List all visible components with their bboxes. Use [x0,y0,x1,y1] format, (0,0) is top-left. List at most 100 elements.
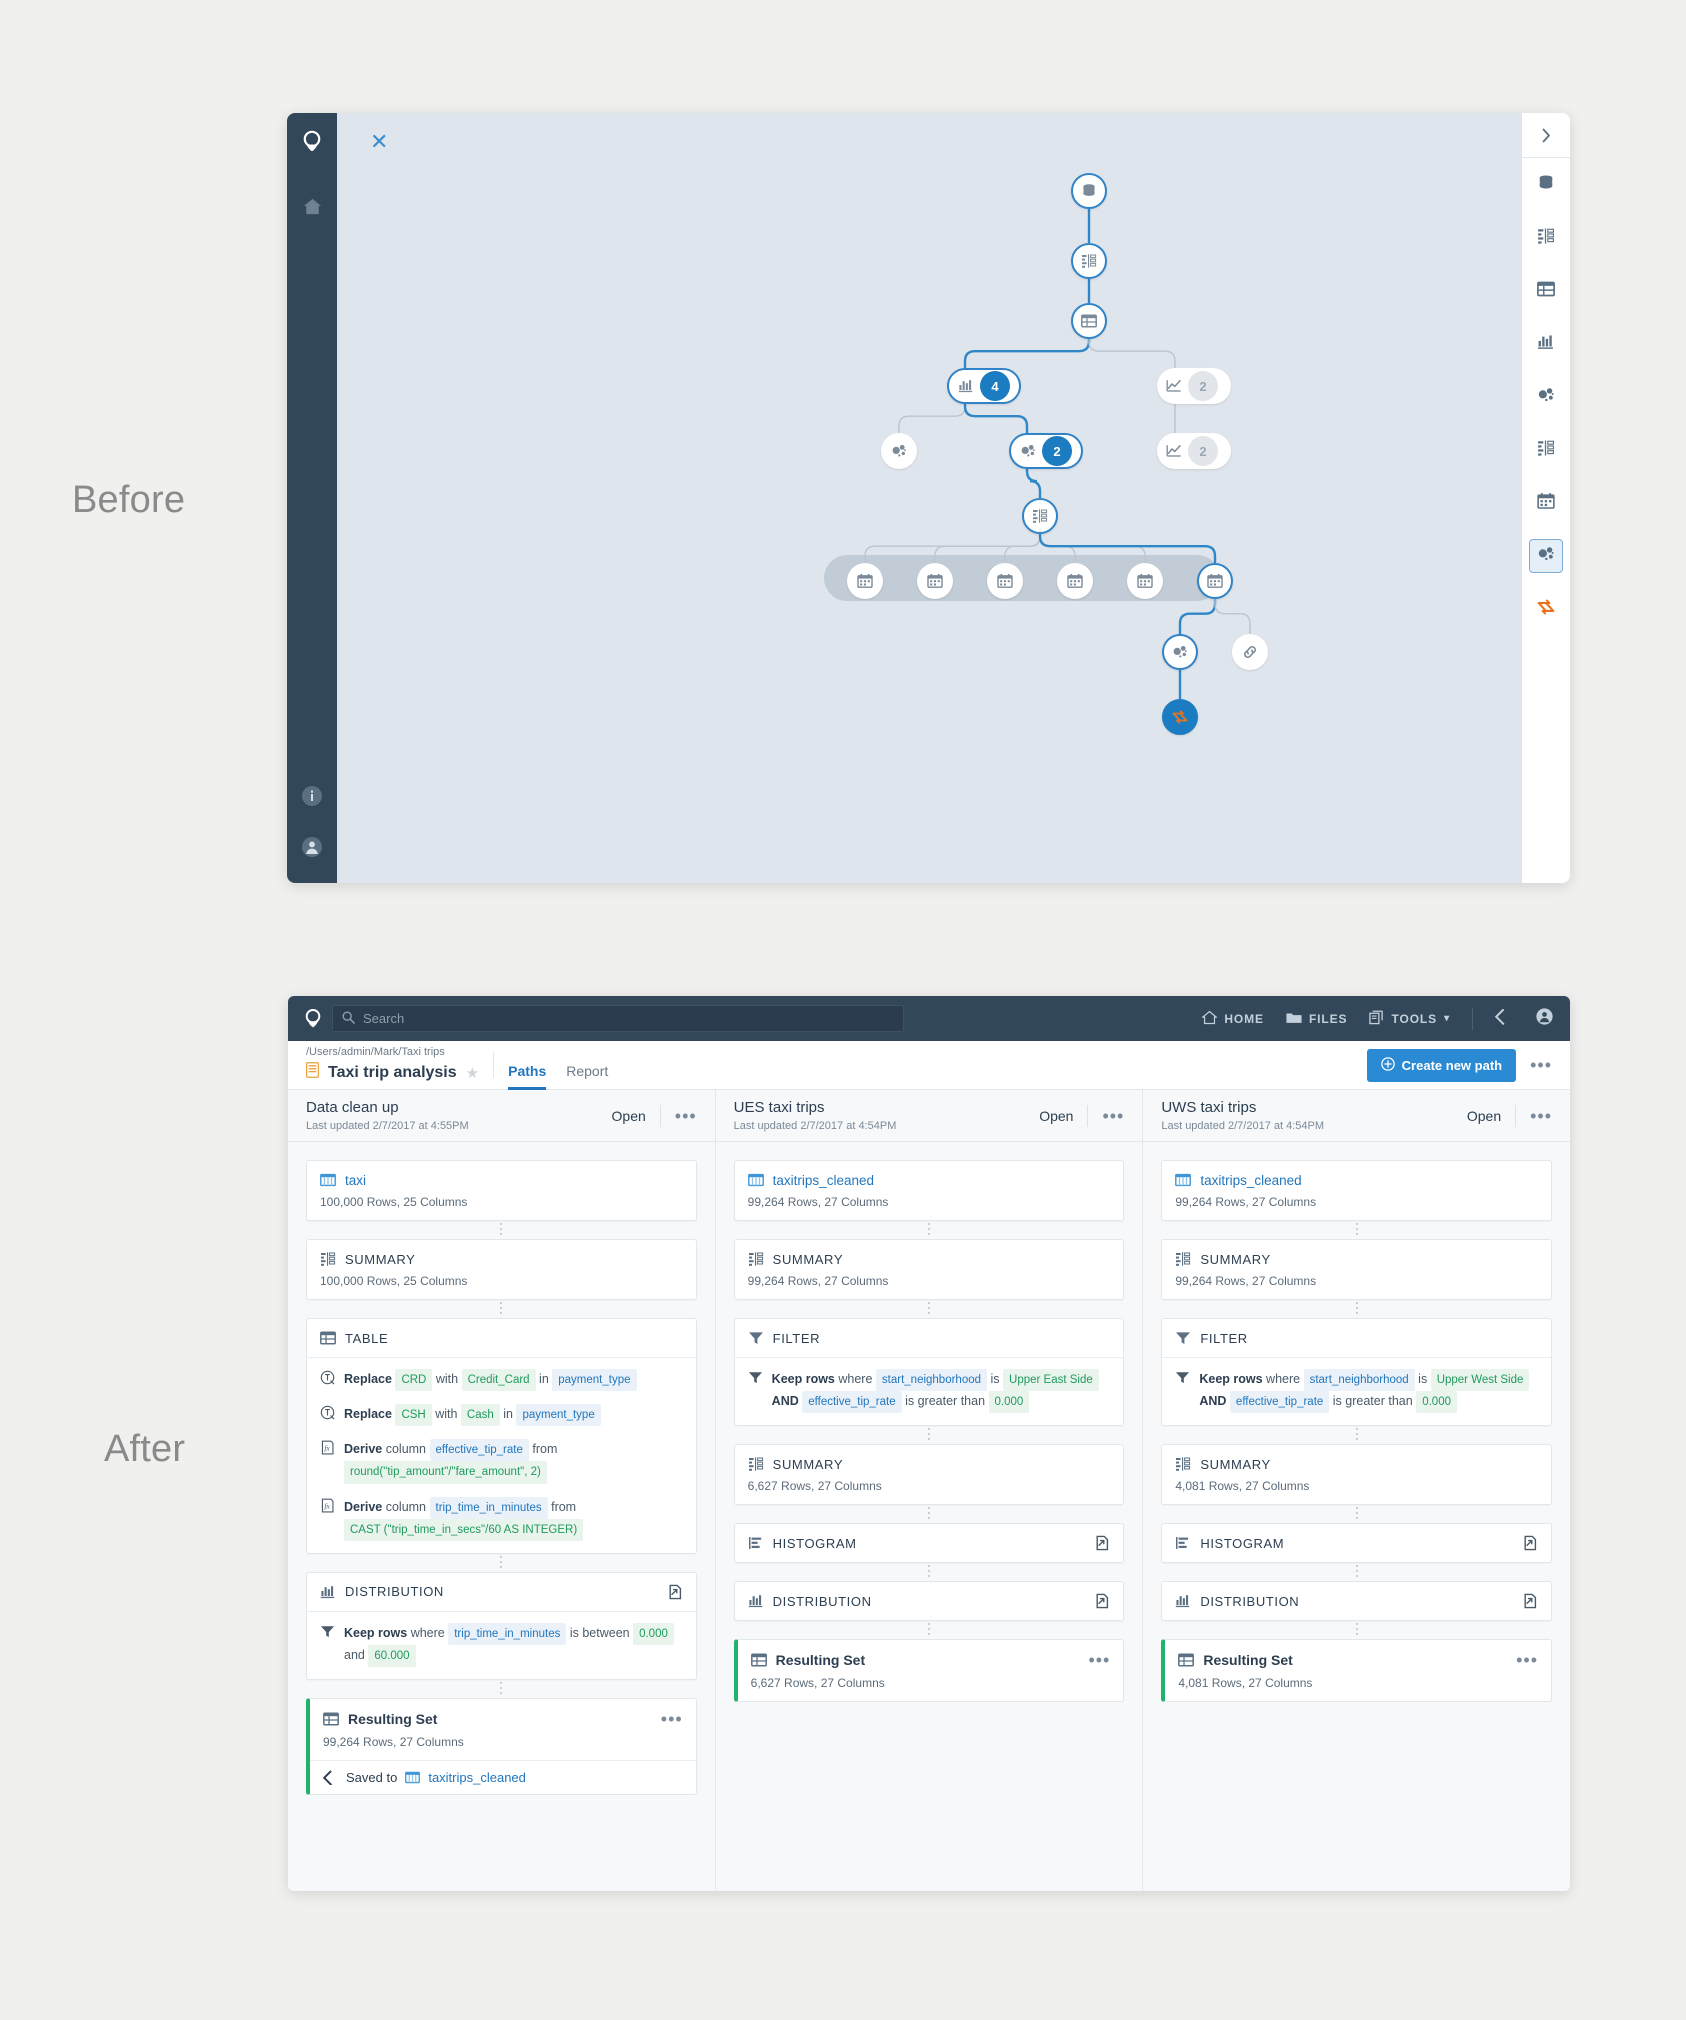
graph-node-g3[interactable] [987,563,1023,599]
column-kebab-menu[interactable]: ••• [675,1107,697,1125]
rail-item-distribution[interactable] [1529,327,1563,361]
path-card[interactable]: SUMMARY 6,627 Rows, 27 Columns [733,1444,1125,1506]
op-text: between [582,1625,630,1640]
info-icon[interactable] [301,785,323,812]
path-card[interactable]: SUMMARY 99,264 Rows, 27 Columns [733,1239,1125,1300]
operation-row[interactable]: fx Derive column trip_time_in_minutes fr… [320,1496,683,1541]
column-kebab-menu[interactable]: ••• [1530,1107,1552,1125]
rail-item-database[interactable] [1529,168,1563,202]
tab-paths[interactable]: Paths [508,1063,547,1090]
path-card[interactable]: DISTRIBUTION [1161,1581,1553,1622]
expand-rail-button[interactable] [1522,113,1570,158]
card-kebab-menu[interactable]: ••• [1088,1651,1110,1669]
card-title: SUMMARY [772,1251,844,1267]
graph-node-g2[interactable] [917,563,953,599]
operation-row[interactable]: Keep rows where trip_time_in_minutes is … [320,1622,683,1667]
page-kebab-menu[interactable]: ••• [1530,1056,1552,1074]
card-kebab-menu[interactable]: ••• [1516,1651,1538,1669]
before-sidebar [287,113,337,883]
rail-item-summary[interactable] [1529,221,1563,255]
graph-node-n9[interactable] [1022,498,1058,534]
graph-node-n5[interactable]: 2 [1157,368,1231,404]
create-new-path-button[interactable]: Create new path [1366,1048,1517,1082]
sidebar-item-home[interactable] [303,197,322,221]
path-card[interactable]: DISTRIBUTION Keep rows where trip_time_i… [306,1571,697,1680]
operation-row[interactable]: Replace CSH with Cash in payment_type [320,1404,683,1427]
open-button[interactable]: Open [612,1108,646,1124]
quill-logo[interactable] [304,1008,322,1030]
summary-icon [1175,1456,1191,1472]
summary-icon [1537,227,1555,250]
save-icon[interactable] [1494,1007,1513,1030]
path-card[interactable]: TABLE Replace CRD with Credit_Card in pa… [306,1318,697,1554]
graph-node-n8[interactable]: 2 [1157,433,1231,469]
saved-to-target[interactable]: taxitrips_cleaned [428,1770,526,1785]
path-card[interactable]: SUMMARY 99,264 Rows, 27 Columns [1161,1239,1553,1300]
rail-item-calendar[interactable] [1529,486,1563,520]
link-icon [1242,644,1258,660]
export-icon[interactable] [1522,1535,1538,1551]
operation-row[interactable]: fx Derive column effective_tip_rate from… [320,1439,683,1484]
graph-node-n2[interactable] [1071,243,1107,279]
path-card[interactable]: FILTER Keep rows where start_neighborhoo… [1161,1318,1553,1427]
card-kebab-menu[interactable]: ••• [661,1710,683,1728]
graph-node-n3[interactable] [1071,303,1107,339]
summary-icon [748,1456,764,1472]
path-card[interactable]: HISTOGRAM [1161,1523,1553,1564]
export-icon[interactable] [1094,1593,1110,1609]
rail-item-scatter[interactable] [1529,380,1563,414]
operation-row[interactable]: Keep rows where start_neighborhood is Up… [748,1369,1111,1414]
column-last-updated: Last updated 2/7/2017 at 4:54PM [1161,1119,1325,1132]
export-icon[interactable] [1094,1535,1110,1551]
graph-node-n11[interactable] [1232,634,1268,670]
op-text: is [990,1372,1000,1386]
user-icon[interactable] [301,836,323,863]
quill-logo [302,130,322,159]
card-title: SUMMARY [345,1251,416,1267]
path-card[interactable]: Resulting Set ••• 4,081 Rows, 27 Columns [1161,1639,1553,1703]
rail-item-transform[interactable] [1529,592,1563,626]
operation-row[interactable]: Keep rows where start_neighborhood is Up… [1175,1369,1538,1414]
graph-node-n1[interactable] [1071,173,1107,209]
graph-node-g4[interactable] [1057,563,1093,599]
path-card[interactable]: taxitrips_cleaned 99,264 Rows, 27 Column… [733,1160,1125,1221]
export-icon[interactable] [1522,1593,1538,1609]
path-card[interactable]: FILTER Keep rows where start_neighborhoo… [733,1318,1125,1427]
graph-node-n12[interactable] [1162,699,1198,735]
graph-node-n6[interactable] [881,433,917,469]
column-kebab-menu[interactable]: ••• [1102,1107,1124,1125]
rail-item-summary-2[interactable] [1529,433,1563,467]
graph-node-n7[interactable]: 2 [1009,433,1083,469]
path-card[interactable]: taxi 100,000 Rows, 25 Columns [306,1160,697,1221]
path-card[interactable]: taxitrips_cleaned 99,264 Rows, 27 Column… [1161,1160,1553,1221]
open-button[interactable]: Open [1467,1108,1501,1124]
op-text: from [551,1499,577,1514]
search-input[interactable]: Search [332,1005,904,1032]
star-icon[interactable]: ★ [466,1064,479,1082]
summary-icon [1175,1251,1191,1267]
graph-node-n10[interactable] [1162,634,1198,670]
nav-tools[interactable]: TOOLS ▾ [1369,1010,1450,1028]
path-card[interactable]: Resulting Set ••• 6,627 Rows, 27 Columns [733,1639,1125,1703]
path-card[interactable]: Resulting Set ••• 99,264 Rows, 27 Column… [306,1698,697,1795]
export-icon[interactable] [667,1584,683,1600]
graph-node-g6[interactable] [1197,563,1233,599]
path-card[interactable]: SUMMARY 100,000 Rows, 25 Columns [306,1239,697,1300]
nav-home[interactable]: HOME [1201,1010,1264,1028]
path-graph[interactable]: 4 2 2 2 [337,113,1522,883]
graph-node-g1[interactable] [847,563,883,599]
path-card[interactable]: HISTOGRAM [733,1523,1125,1564]
rail-item-scatter-2[interactable] [1529,539,1563,573]
path-card[interactable]: DISTRIBUTION [733,1581,1125,1622]
tab-report[interactable]: Report [566,1063,608,1090]
graph-node-n4[interactable]: 4 [947,368,1021,404]
account-icon[interactable] [1535,1007,1554,1031]
after-label: After [104,1428,186,1470]
operation-row[interactable]: Replace CRD with Credit_Card in payment_… [320,1369,683,1392]
graph-node-g5[interactable] [1127,563,1163,599]
before-canvas[interactable]: ✕ 4222 [337,113,1522,883]
rail-item-table[interactable] [1529,274,1563,308]
nav-files[interactable]: FILES [1286,1011,1348,1027]
path-card[interactable]: SUMMARY 4,081 Rows, 27 Columns [1161,1444,1553,1506]
open-button[interactable]: Open [1039,1108,1073,1124]
